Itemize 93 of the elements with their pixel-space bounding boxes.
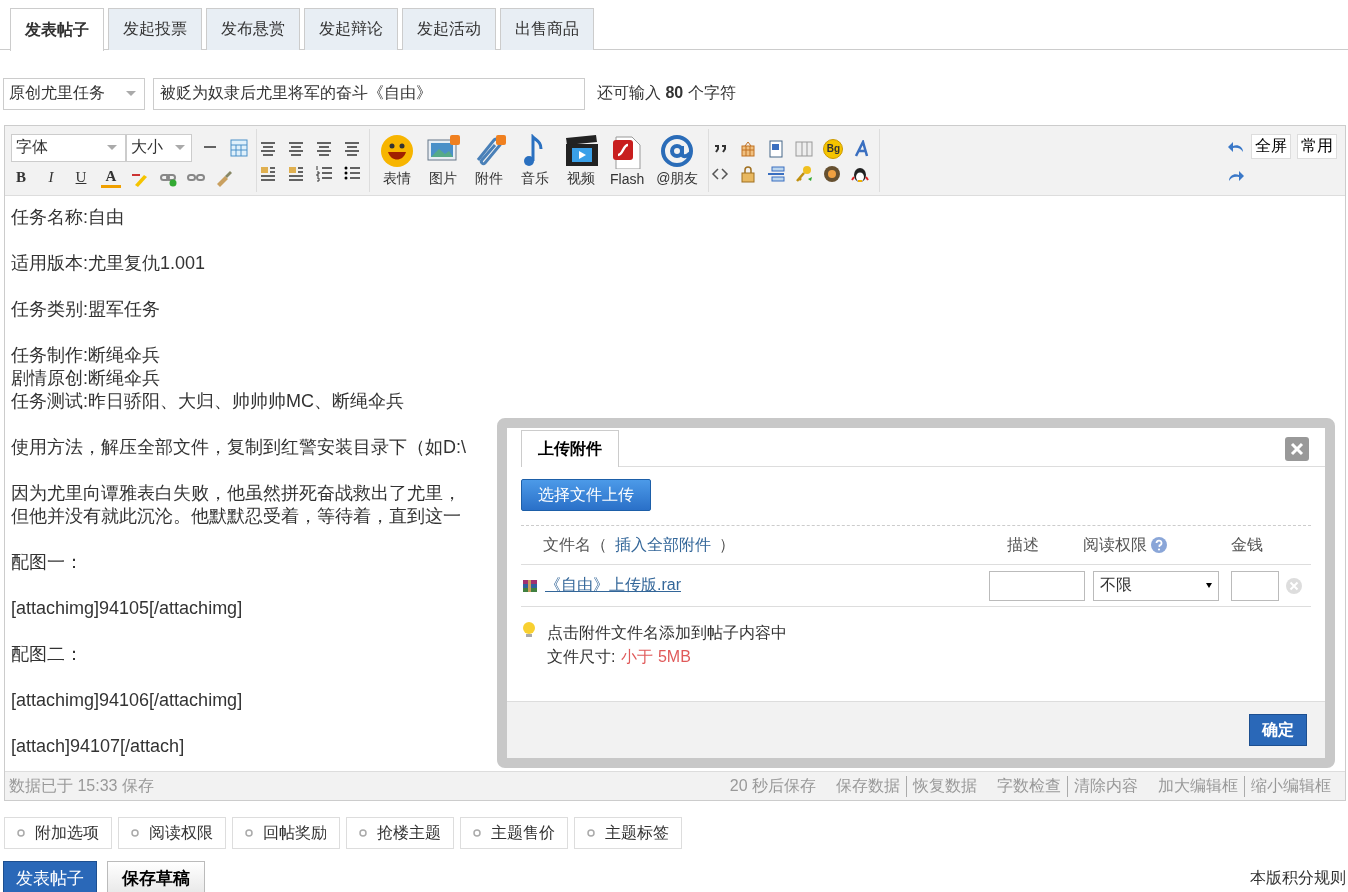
dot-icon <box>17 829 25 837</box>
column-header: 文件名（ 插入全部附件 ） <box>521 534 973 556</box>
close-icon[interactable] <box>1285 437 1309 461</box>
tab[interactable]: 出售商品 <box>500 8 594 50</box>
film-clapper-icon <box>564 133 598 168</box>
tab[interactable]: 发起投票 <box>108 8 202 50</box>
editor-line: 适用版本:尤里复仇1.001 <box>11 252 206 275</box>
size-select[interactable]: 大小 <box>126 133 192 162</box>
editor-line: 使用方法，解压全部文件，复制到红警安装目录下（如D:\ <box>11 436 466 459</box>
size-label: 文件尺寸: <box>547 648 616 665</box>
saved-note: 数据已于 15:33 保存 <box>9 775 154 796</box>
column-header: 阅读权限 <box>1083 534 1147 555</box>
align-icon[interactable] <box>259 139 277 158</box>
tip-text: 点击附件文件名添加到帖子内容中 <box>547 623 787 643</box>
disc-icon[interactable] <box>823 164 842 183</box>
align-icon[interactable] <box>287 139 305 158</box>
option-button[interactable]: 附加选项 <box>4 817 112 849</box>
background-color-button[interactable]: Bg <box>823 138 844 159</box>
editor-line: 任务测试:昨日骄阳、大归、帅帅帅MC、断绳伞兵 <box>11 390 404 413</box>
description-input[interactable] <box>989 570 1085 601</box>
list-panel-icon[interactable] <box>767 164 786 183</box>
dot-icon <box>473 829 481 837</box>
media-button[interactable]: 音乐 <box>514 133 556 188</box>
table-icon[interactable] <box>230 138 248 157</box>
rules-link[interactable]: 本版积分规则 <box>1250 867 1346 889</box>
media-button[interactable]: 附件 <box>468 133 510 188</box>
lock-icon[interactable] <box>739 164 758 183</box>
format-button[interactable]: A <box>101 167 121 188</box>
align-icon[interactable] <box>315 139 333 158</box>
media-button[interactable]: 图片 <box>422 133 464 188</box>
column-header: 描述 <box>1006 534 1040 555</box>
media-button[interactable]: 表情 <box>376 133 418 188</box>
brush-icon[interactable] <box>215 168 233 187</box>
caret-icon <box>107 145 117 150</box>
money-input[interactable] <box>1231 570 1279 601</box>
numbered-list-icon[interactable] <box>315 163 333 182</box>
format-button[interactable]: I <box>41 169 61 186</box>
at-sign-icon <box>660 133 695 168</box>
light-bulb-icon <box>521 621 537 637</box>
tab[interactable]: 发起活动 <box>402 8 496 50</box>
key-icon[interactable] <box>795 164 814 183</box>
dot-icon <box>587 829 595 837</box>
editor-line: 配图二： <box>11 643 83 666</box>
word-document-icon[interactable] <box>767 139 786 158</box>
format-button[interactable]: U <box>71 169 91 186</box>
toolbar-button[interactable]: 全屏 <box>1251 134 1291 159</box>
editor-line: 任务名称:自由 <box>11 206 124 229</box>
caret-icon <box>1206 583 1212 588</box>
align-icon[interactable] <box>343 139 361 158</box>
editor-line: 任务类别:盟军任务 <box>11 298 160 321</box>
editor-line: 但他并没有就此沉沦。他默默忍受着，等待着，直到这一 <box>11 505 461 528</box>
size-limit: 小于 5MB <box>621 648 691 665</box>
option-button[interactable]: 抢楼主题 <box>346 817 454 849</box>
media-button[interactable]: Flash <box>606 134 649 187</box>
tab[interactable]: 发起辩论 <box>304 8 398 50</box>
character-counter: 还可输入 80 个字符 <box>597 83 736 103</box>
ok-button[interactable]: 确定 <box>1249 714 1307 746</box>
editor-line: [attachimg]94105[/attachimg] <box>11 597 243 620</box>
dot-icon <box>359 829 367 837</box>
autosave-note: 20 秒后保存 <box>729 775 816 796</box>
column-header: 金钱 <box>1230 534 1264 555</box>
editor-line: 任务制作:断绳伞兵 <box>11 344 160 367</box>
editor-line: 因为尤里向谭雅表白失败，他虽然拼死奋战救出了尤里， <box>11 482 461 505</box>
editor-line: [attachimg]94106[/attachimg] <box>11 689 243 712</box>
media-button[interactable]: @朋友 <box>652 133 703 188</box>
option-button[interactable]: 主题售价 <box>460 817 568 849</box>
draft-button[interactable]: 保存草稿 <box>107 861 205 892</box>
editor-line: 剧情原创:断绳伞兵 <box>11 367 160 390</box>
dot-icon <box>245 829 253 837</box>
dialog-tab[interactable]: 上传附件 <box>521 430 619 467</box>
submit-button[interactable]: 发表帖子 <box>3 861 97 892</box>
editor-line: 配图一： <box>11 551 83 574</box>
dot-icon <box>131 829 139 837</box>
option-button[interactable]: 回帖奖励 <box>232 817 340 849</box>
title-input[interactable]: 被贬为奴隶后尤里将军的奋斗《自由》 <box>153 77 585 110</box>
font-select[interactable]: 字体 <box>11 133 126 162</box>
caret-icon <box>175 145 185 150</box>
tab[interactable]: 发表帖子 <box>10 8 104 51</box>
permission-select[interactable]: 不限 <box>1093 570 1219 601</box>
smiley-face-icon <box>380 133 414 168</box>
option-button[interactable]: 阅读权限 <box>118 817 226 849</box>
file-link[interactable]: 《自由》上传版.rar <box>545 575 681 596</box>
tab[interactable]: 发布悬赏 <box>206 8 300 50</box>
upload-button[interactable]: 选择文件上传 <box>521 479 651 511</box>
insert-all-link[interactable]: 插入全部附件 <box>613 534 713 556</box>
help-icon[interactable] <box>1151 537 1167 553</box>
caret-icon <box>126 91 136 96</box>
editor-line: [attach]94107[/attach] <box>11 735 185 758</box>
category-select[interactable]: 原创尤里任务 <box>3 77 145 110</box>
format-button[interactable]: B <box>11 169 31 186</box>
toolbar-button[interactable]: 常用 <box>1297 134 1337 159</box>
media-button[interactable]: 视频 <box>560 133 602 188</box>
option-button[interactable]: 主题标签 <box>574 817 682 849</box>
